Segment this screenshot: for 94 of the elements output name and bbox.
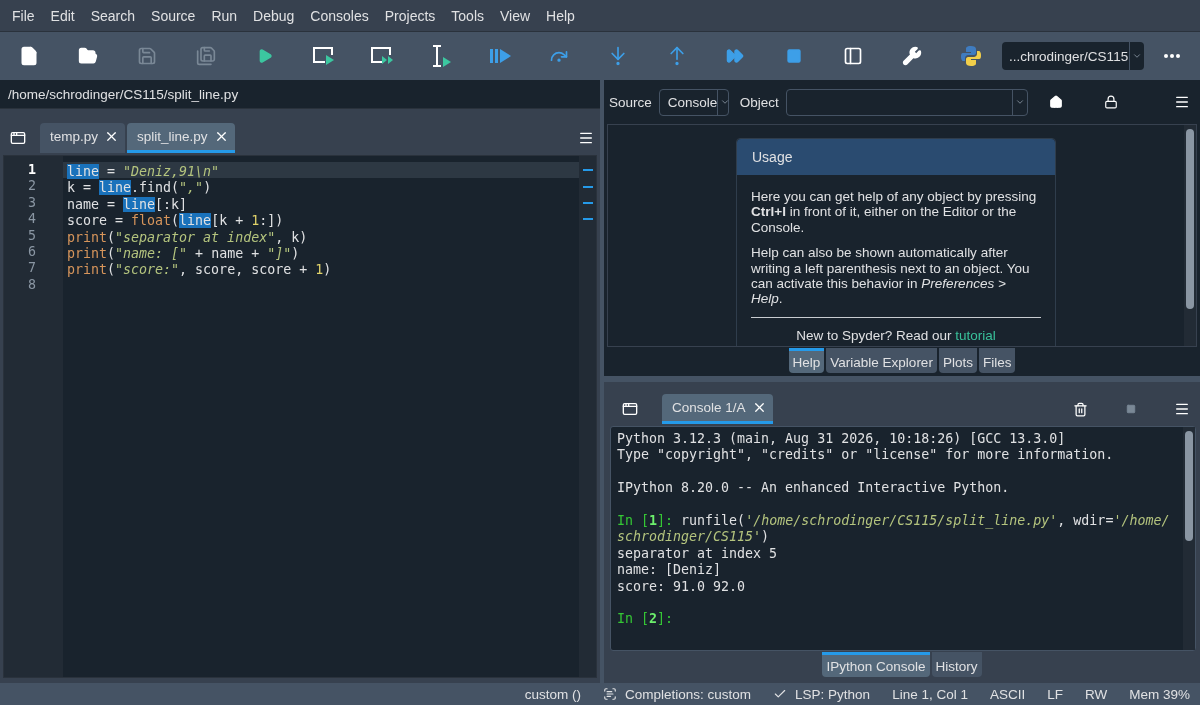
pane-tab[interactable]: IPython Console xyxy=(822,652,930,677)
debug-icon xyxy=(488,46,513,66)
menu-item[interactable]: Projects xyxy=(376,7,444,24)
status-text: Mem 39% xyxy=(1129,686,1190,702)
scrollbar[interactable] xyxy=(1184,125,1196,346)
occurrence-marker xyxy=(582,218,593,221)
console-line: score: 91.0 92.0 xyxy=(617,578,747,596)
status-text: Line 1, Col 1 xyxy=(892,686,968,702)
ellipsis-icon xyxy=(1164,54,1180,58)
completions-icon xyxy=(603,687,617,701)
console-line: separator at index 5 xyxy=(617,545,779,563)
status-text: LF xyxy=(1047,686,1063,702)
stop-icon xyxy=(786,48,803,64)
menu-item[interactable]: Search xyxy=(82,7,144,24)
working-directory-combo[interactable]: ...chrodinger/CS115 xyxy=(1002,42,1145,70)
window-icon[interactable] xyxy=(622,401,638,417)
menu-item[interactable]: Tools xyxy=(443,7,492,24)
status-text: custom () xyxy=(524,686,581,702)
folder-icon xyxy=(78,46,99,66)
menu-item[interactable]: Edit xyxy=(42,7,83,24)
python-icon xyxy=(959,45,982,67)
home-icon[interactable] xyxy=(1048,95,1063,109)
menu-item[interactable]: Consoles xyxy=(302,7,377,24)
wrench-icon xyxy=(901,46,922,66)
check-icon xyxy=(773,687,788,701)
help-footer: New to Spyder? Read our tutorial xyxy=(751,327,1041,343)
menu-item[interactable]: View xyxy=(492,7,539,24)
line-number: 8 xyxy=(27,276,37,294)
tutorial-link[interactable]: tutorial xyxy=(955,327,996,343)
source-label: Source xyxy=(609,94,652,110)
occurrence-marker xyxy=(582,185,593,188)
menu-icon[interactable] xyxy=(578,130,594,146)
line-number: 6 xyxy=(27,243,37,261)
status-text: Completions: custom xyxy=(625,686,752,702)
file-tab[interactable]: temp.py xyxy=(40,123,126,153)
pane-tab[interactable]: Files xyxy=(978,348,1016,373)
code-editor[interactable]: 1 2 3 4 5 6 7 8 line = "Deniz,91\n" k = line.find(",") name = line[:k] score = float(line[k + 1:]) print("separator at index", k) print("name: [" + name + "]") print("score:", score, score + 1) xyxy=(3,155,597,678)
object-label: Object xyxy=(739,94,779,110)
menu-icon[interactable] xyxy=(1174,401,1190,417)
source-select[interactable]: Console xyxy=(658,88,729,116)
panel-icon xyxy=(843,46,863,66)
occurrence-marker xyxy=(582,201,593,204)
console-line: name: [Deniz] xyxy=(617,562,723,579)
code-line: name = line[:k] xyxy=(67,196,188,212)
console-line: IPython 8.20.0 -- An enhanced Interactive Python. xyxy=(617,479,1011,497)
status-text: ASCII xyxy=(989,686,1026,702)
help-paragraph: Here you can get help of any object by pressing Ctrl+I in front of it, either on the Editor or the Console. xyxy=(751,189,1038,236)
code-line: print("score:", score, score + 1) xyxy=(67,262,332,278)
scrollbar[interactable] xyxy=(1183,427,1195,650)
code-line: print("separator at index", k) xyxy=(67,229,308,245)
menu-icon[interactable] xyxy=(1174,94,1190,110)
menu-item[interactable]: Debug xyxy=(245,7,303,24)
console-line: In [1]: runfile('/home/schrodinger/CS115/split_line.py', wdir='/home/ xyxy=(617,512,1171,530)
file-icon xyxy=(19,46,40,66)
fast-forward-icon xyxy=(726,47,745,65)
line-number: 4 xyxy=(27,211,37,228)
menu-item[interactable]: File xyxy=(4,7,43,24)
line-number: 5 xyxy=(27,227,37,244)
trash-icon[interactable] xyxy=(1073,401,1088,417)
card-title: Usage xyxy=(737,139,1055,175)
status-text: RW xyxy=(1084,686,1108,702)
caret-icon xyxy=(1014,97,1025,107)
file-tab[interactable]: split_line.py xyxy=(127,123,235,153)
line-number: 1 xyxy=(27,162,37,179)
pane-tab[interactable]: Help xyxy=(788,348,825,373)
pane-tab[interactable]: Plots xyxy=(938,348,977,373)
console-line: Type "copyright", "credits" or "license" for more information. xyxy=(617,447,1115,464)
line-number: 3 xyxy=(27,194,37,212)
console-line: Python 3.12.3 (main, Aug 31 2026, 10:18:26) [GCC 13.3.0] xyxy=(617,431,1067,448)
pane-tab[interactable]: History xyxy=(931,652,982,677)
line-number: 7 xyxy=(27,260,37,277)
file-path: /home/schrodinger/CS115/split_line.py xyxy=(0,80,600,109)
code-line: print("name: [" + name + "]") xyxy=(67,245,300,261)
occurrence-marker xyxy=(582,169,593,172)
save-icon xyxy=(137,46,158,66)
pane-tab[interactable]: Variable Explorer xyxy=(826,348,937,373)
code-line: score = float(line[k + 1:]) xyxy=(67,213,284,229)
caret-icon xyxy=(720,97,731,107)
console-line: In [2]: xyxy=(617,610,675,628)
menu-item[interactable]: Help xyxy=(538,7,583,24)
line-number: 2 xyxy=(27,178,37,195)
code-line: k = line.find(",") xyxy=(67,180,212,196)
console-line: schrodinger/CS115') xyxy=(617,529,771,546)
menu-item[interactable]: Source xyxy=(143,7,204,24)
window-icon[interactable] xyxy=(10,130,26,146)
code-line: line = "Deniz,91\n" xyxy=(67,164,220,179)
help-paragraph: Help can also be shown automatically after writing a left parenthesis next to an object. You can activate this behavior in Preferences > Help. xyxy=(751,245,1031,307)
status-text: LSP: Python xyxy=(795,686,871,702)
save-all-icon xyxy=(195,46,216,66)
object-field[interactable] xyxy=(785,88,1028,116)
lock-icon[interactable] xyxy=(1103,95,1118,109)
menu-item[interactable]: Run xyxy=(203,7,246,24)
console-tab[interactable]: Console 1/A xyxy=(662,394,773,424)
caret-icon xyxy=(1132,51,1143,61)
